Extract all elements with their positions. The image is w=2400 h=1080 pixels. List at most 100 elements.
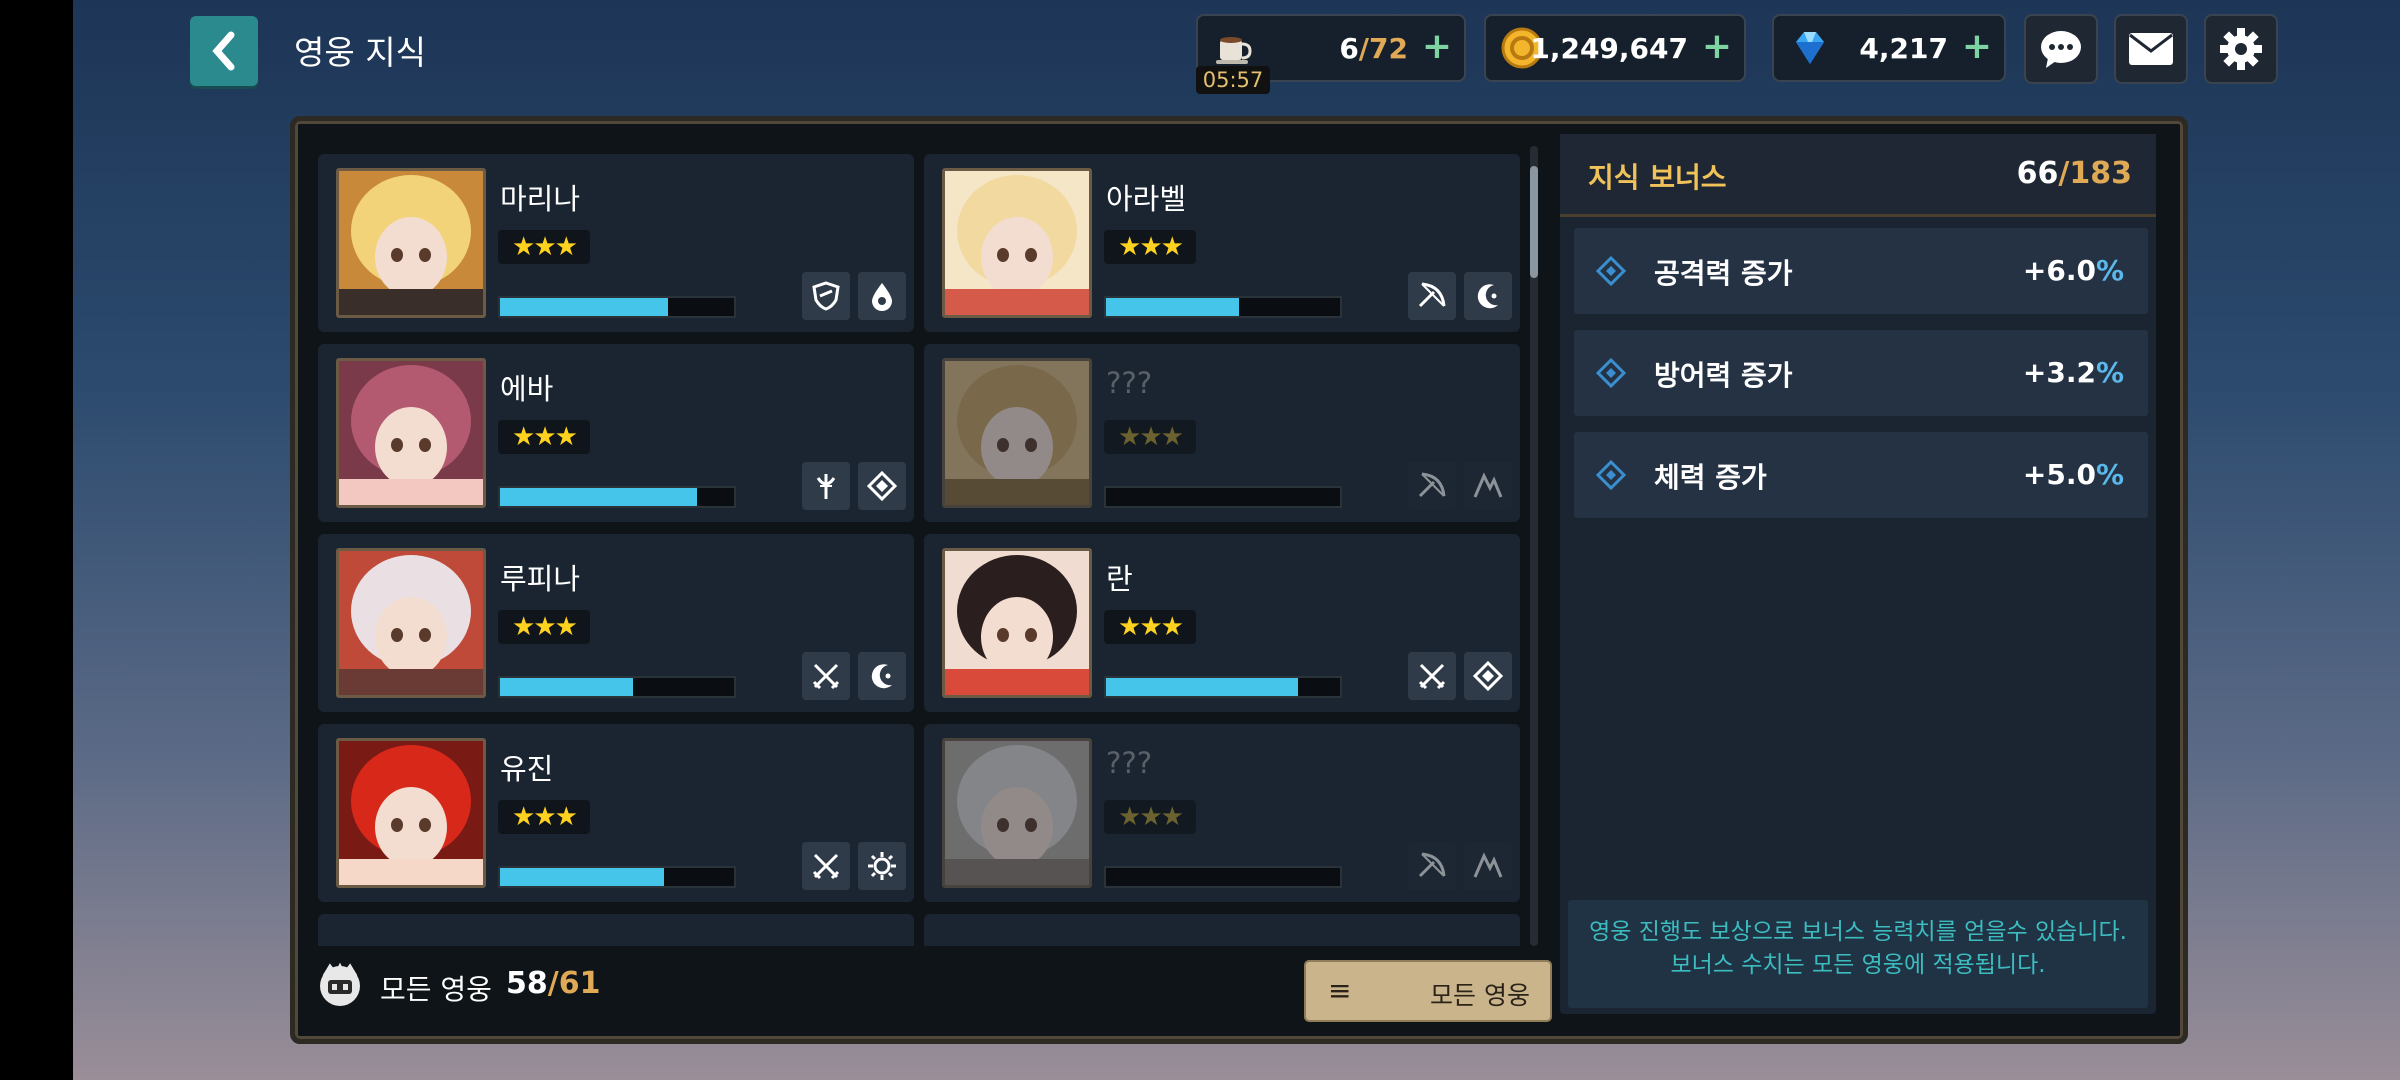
hero-progress-bar	[498, 676, 736, 698]
swords-class-icon[interactable]	[802, 842, 850, 890]
bonus-count-total: /183	[2058, 156, 2132, 191]
blue-gem-icon	[1796, 32, 1824, 64]
hero-card[interactable]: 루피나 ★★★	[318, 534, 914, 712]
diamond-marker-icon	[1596, 460, 1626, 490]
hero-helmet-icon	[320, 962, 360, 1006]
settings-button[interactable]	[2204, 14, 2278, 84]
shield-class-icon[interactable]	[802, 272, 850, 320]
stat-label: 공격력 증가	[1654, 257, 1793, 290]
mail-button[interactable]	[2114, 14, 2188, 84]
info-line-2: 보너스 수치는 모든 영웅에 적용됩니다.	[1670, 952, 2046, 978]
hero-card[interactable]: 마리나 ★★★	[318, 154, 914, 332]
hero-count: 58/61	[506, 966, 600, 1001]
stamina-timer: 05:57	[1196, 66, 1270, 94]
add-gold-button[interactable]: +	[1702, 26, 1732, 67]
hero-card[interactable]: ??? ★★★	[924, 344, 1520, 522]
bow-class-icon[interactable]	[1408, 842, 1456, 890]
moon-element-icon[interactable]	[858, 652, 906, 700]
water-element-icon[interactable]	[858, 272, 906, 320]
bow-class-icon[interactable]	[1408, 272, 1456, 320]
info-line-1: 영웅 진행도 보상으로 보너스 능력치를 얻을수 있습니다.	[1589, 919, 2127, 945]
gem-display: 4,217 +	[1772, 14, 2006, 82]
hero-progress-bar	[1104, 296, 1342, 318]
stat-unit: %	[2095, 356, 2124, 389]
back-button[interactable]	[190, 16, 258, 86]
bow-class-icon[interactable]	[1408, 462, 1456, 510]
moon-element-icon[interactable]	[1464, 272, 1512, 320]
stat-row-attack: 공격력 증가 +6.0%	[1574, 228, 2148, 314]
hero-star-rating: ★★★	[1104, 800, 1196, 834]
hero-portrait	[942, 168, 1092, 318]
hero-progress-bar	[1104, 866, 1342, 888]
hero-portrait	[942, 548, 1092, 698]
hero-portrait	[336, 738, 486, 888]
hero-portrait	[942, 358, 1092, 508]
diamond-marker-icon	[1596, 358, 1626, 388]
add-gems-button[interactable]: +	[1962, 26, 1992, 67]
hero-star-rating: ★★★	[1104, 420, 1196, 454]
filter-dropdown-button[interactable]: ≡ 모든 영웅	[1304, 960, 1552, 1022]
hero-progress-bar	[1104, 486, 1342, 508]
swords-class-icon[interactable]	[802, 652, 850, 700]
hero-card[interactable]: 란 ★★★	[924, 534, 1520, 712]
hero-star-rating: ★★★	[498, 800, 590, 834]
gear-icon	[2220, 28, 2262, 70]
gem-amount: 4,217	[1859, 32, 1948, 65]
hero-card-partial[interactable]	[924, 914, 1520, 946]
hero-card[interactable]: 유진 ★★★	[318, 724, 914, 902]
hero-name: 에바	[500, 372, 554, 406]
mountain-element-icon[interactable]	[1464, 842, 1512, 890]
stat-label: 방어력 증가	[1654, 359, 1793, 392]
gold-display: 1,249,647 +	[1484, 14, 1746, 82]
sun-element-icon[interactable]	[858, 842, 906, 890]
stat-unit: %	[2095, 458, 2124, 491]
hero-name: 란	[1106, 562, 1133, 596]
hero-card-partial[interactable]	[318, 914, 914, 946]
hero-star-rating: ★★★	[1104, 230, 1196, 264]
hero-name: 유진	[500, 752, 554, 786]
bonus-count-current: 66	[2016, 156, 2059, 191]
hero-name: 마리나	[500, 182, 581, 216]
chat-bubble-icon	[2041, 31, 2081, 68]
bonus-info-text: 영웅 진행도 보상으로 보너스 능력치를 얻을수 있습니다. 보너스 수치는 모…	[1568, 900, 2148, 1008]
stat-value: +6.0%	[2023, 254, 2124, 287]
stamina-current: 6	[1339, 32, 1359, 65]
stat-number: +3.2	[2022, 356, 2096, 389]
stat-unit: %	[2095, 254, 2124, 287]
diamond-element-icon[interactable]	[858, 462, 906, 510]
hero-name: 아라벨	[1106, 182, 1187, 216]
swords-class-icon[interactable]	[1408, 652, 1456, 700]
add-stamina-button[interactable]: +	[1422, 26, 1452, 67]
hero-progress-bar	[1104, 676, 1342, 698]
diamond-marker-icon	[1596, 256, 1626, 286]
hero-list[interactable]: 마리나 ★★★ 아라벨 ★★★ 에바 ★★★??? ★★★ 루피나 ★★★ 란 ★★★ 유진 ★★★??…	[318, 146, 1528, 946]
hero-name: ???	[1106, 366, 1153, 400]
envelope-icon	[2129, 33, 2173, 65]
menu-lines-icon: ≡	[1328, 974, 1352, 1007]
hero-count-total: /61	[547, 966, 601, 1001]
stat-row-defense: 방어력 증가 +3.2%	[1574, 330, 2148, 416]
stamina-max: 72	[1369, 32, 1408, 65]
stat-label: 체력 증가	[1654, 461, 1767, 494]
gold-amount: 1,249,647	[1530, 32, 1688, 65]
scrollbar-thumb[interactable]	[1530, 166, 1538, 278]
hero-progress-bar	[498, 866, 736, 888]
hero-star-rating: ★★★	[498, 420, 590, 454]
staff-class-icon[interactable]	[802, 462, 850, 510]
stat-value: +5.0%	[2023, 458, 2124, 491]
stat-row-health: 체력 증가 +5.0%	[1574, 432, 2148, 518]
diamond-element-icon[interactable]	[1464, 652, 1512, 700]
hero-portrait	[336, 358, 486, 508]
hero-name: 루피나	[500, 562, 581, 596]
all-heroes-label: 모든 영웅	[380, 973, 492, 1006]
hero-card[interactable]: 아라벨 ★★★	[924, 154, 1520, 332]
bonus-title: 지식 보너스	[1588, 161, 1727, 194]
filter-label: 모든 영웅	[1430, 981, 1530, 1010]
mountain-element-icon[interactable]	[1464, 462, 1512, 510]
hero-star-rating: ★★★	[498, 610, 590, 644]
chat-button[interactable]	[2024, 14, 2098, 84]
hero-card[interactable]: ??? ★★★	[924, 724, 1520, 902]
hero-progress-bar	[498, 296, 736, 318]
hero-name: ???	[1106, 746, 1153, 780]
hero-card[interactable]: 에바 ★★★	[318, 344, 914, 522]
